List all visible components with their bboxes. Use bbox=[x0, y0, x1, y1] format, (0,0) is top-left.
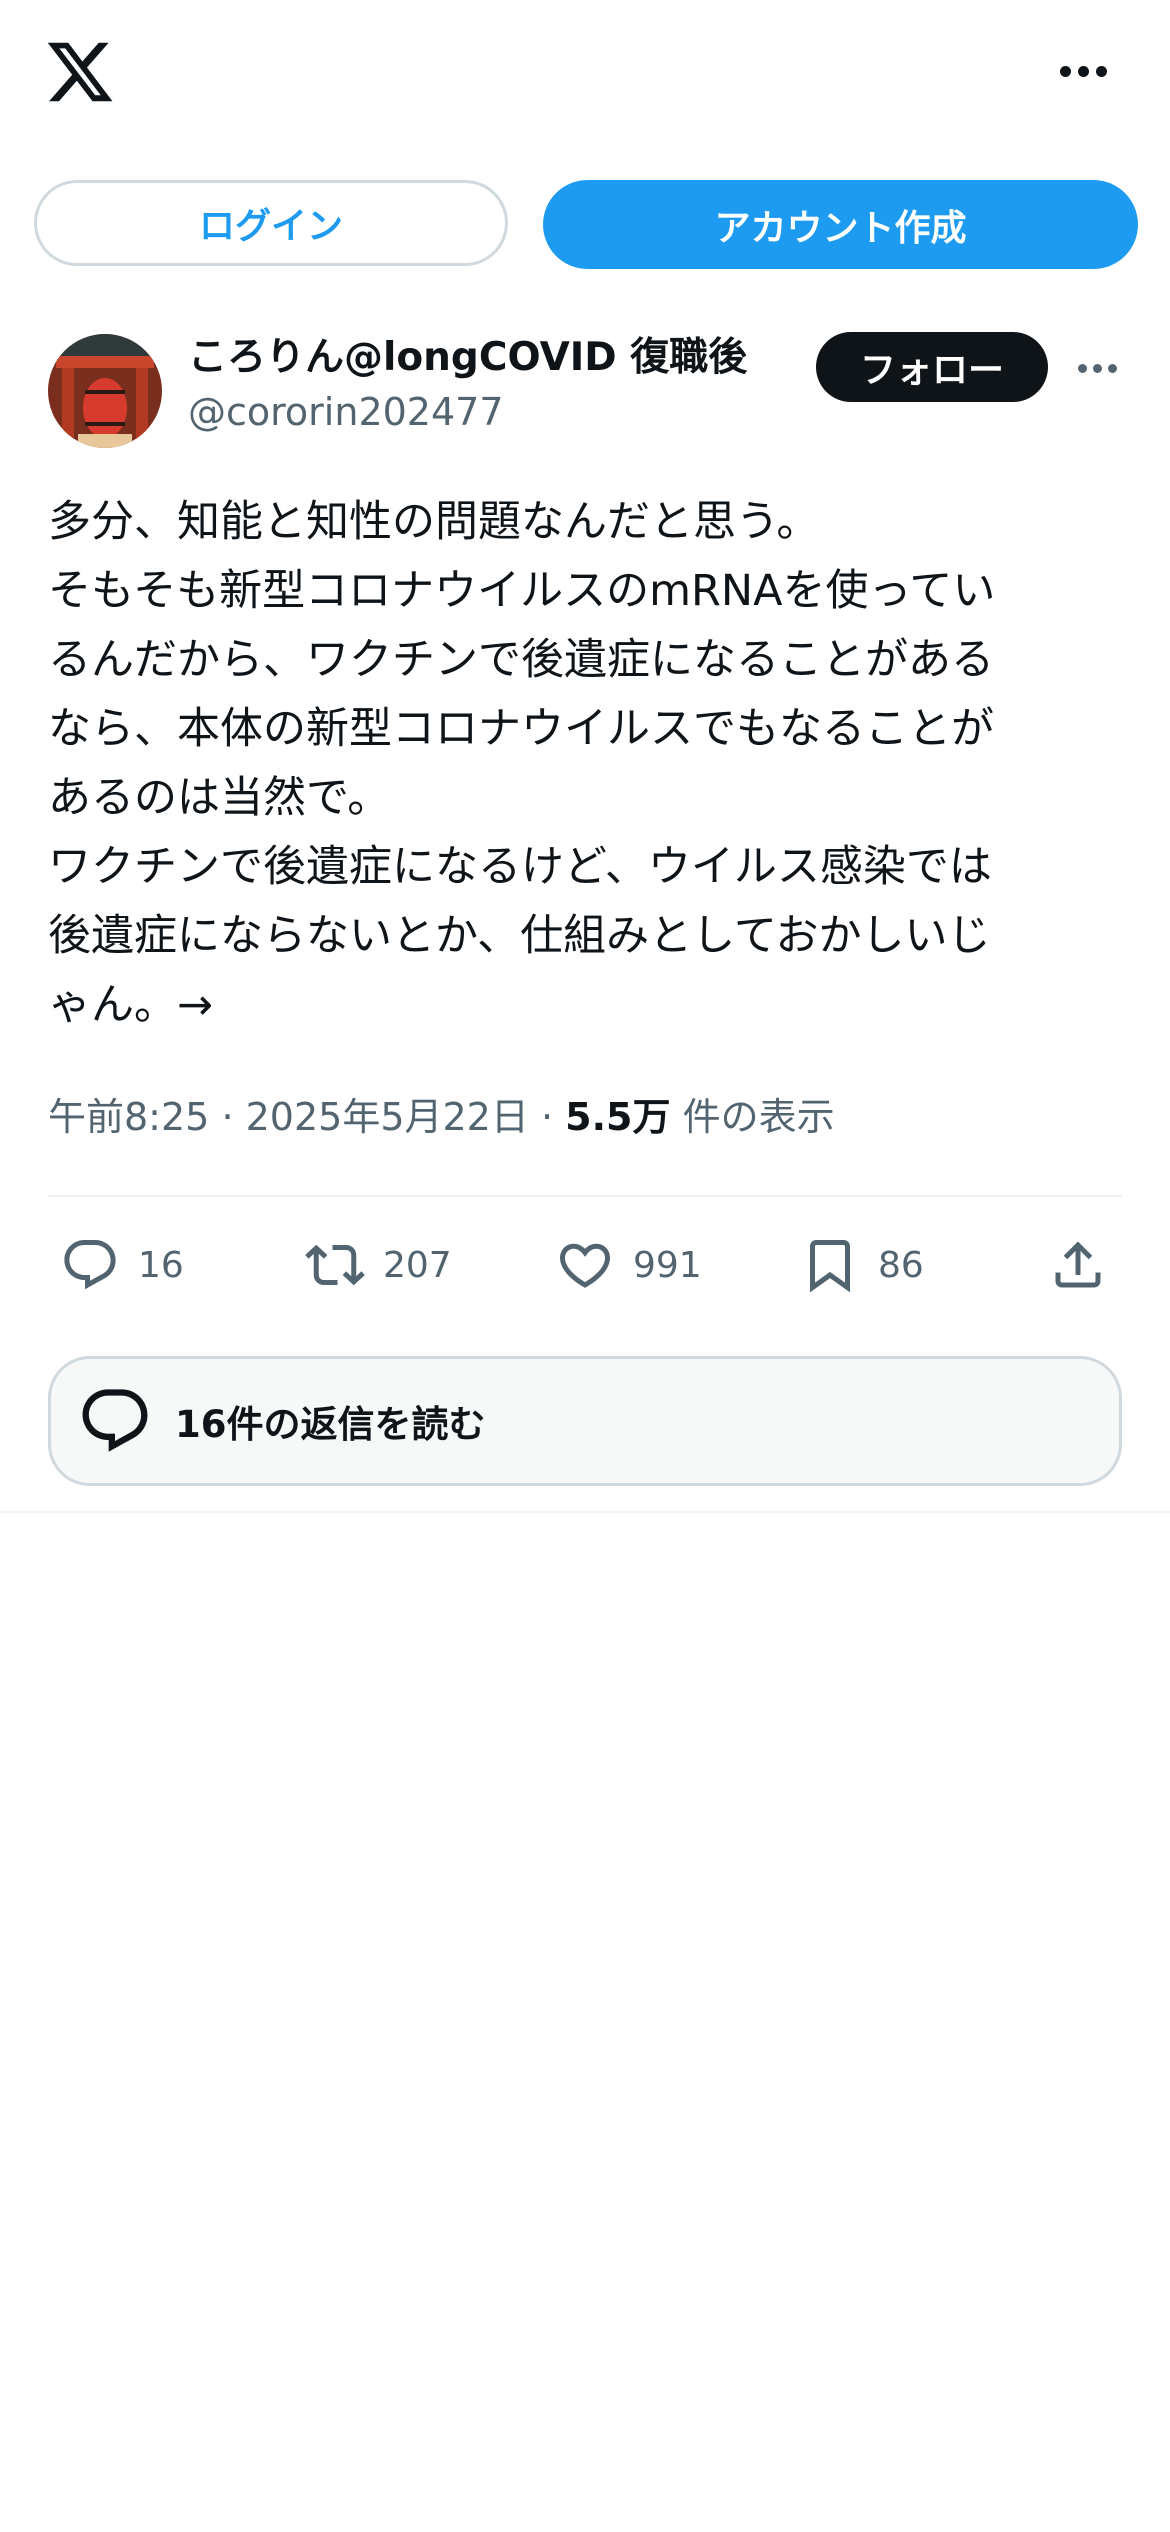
read-replies-label: 16件の返信を読む bbox=[175, 1403, 486, 1446]
avatar[interactable] bbox=[48, 334, 162, 448]
view-label: 件の表示 bbox=[682, 1095, 835, 1139]
bookmark-count: 86 bbox=[878, 1244, 924, 1286]
more-menu-icon[interactable] bbox=[1060, 66, 1107, 77]
read-replies-button[interactable]: 16件の返信を読む bbox=[48, 1356, 1122, 1486]
divider bbox=[48, 1195, 1122, 1197]
tweet-meta: 午前8:25 · 2025年5月22日 · 5.5万 件の表示 bbox=[48, 1086, 835, 1141]
bookmark-icon bbox=[810, 1240, 850, 1293]
tweet-line: あるのは当然で。 bbox=[48, 773, 391, 823]
signup-button[interactable]: アカウント作成 bbox=[543, 180, 1138, 269]
conversation-icon bbox=[82, 1389, 148, 1452]
reply-button[interactable]: 16 bbox=[60, 1232, 184, 1298]
bookmark-button[interactable]: 86 bbox=[800, 1232, 924, 1298]
share-button[interactable] bbox=[1048, 1232, 1108, 1298]
tweet-line: そもそも新型コロナウイルスのmRNAを使ってい bbox=[48, 566, 996, 616]
author-display-name[interactable]: ころりん@longCOVID 復職後 bbox=[188, 326, 747, 382]
retweet-icon bbox=[305, 1244, 365, 1286]
meta-separator: · bbox=[540, 1095, 554, 1139]
x-logo-icon[interactable] bbox=[44, 36, 116, 108]
tweet-line: ワクチンで後遺症になるけど、ウイルス感染では bbox=[48, 842, 992, 892]
like-button[interactable]: 991 bbox=[555, 1232, 702, 1298]
view-count: 5.5万 bbox=[565, 1095, 671, 1139]
tweet-line: ゃん。→ bbox=[48, 980, 214, 1030]
tweet-line: 多分、知能と知性の問題なんだと思う。 bbox=[48, 497, 820, 547]
reply-count: 16 bbox=[138, 1244, 184, 1286]
tweet-text: 多分、知能と知性の問題なんだと思う。 そもそも新型コロナウイルスのmRNAを使っ… bbox=[48, 488, 1128, 1040]
divider bbox=[0, 1511, 1170, 1513]
share-icon bbox=[1055, 1241, 1101, 1288]
tweet-line: なら、本体の新型コロナウイルスでもなることが bbox=[48, 704, 994, 754]
login-button[interactable]: ログイン bbox=[34, 180, 508, 266]
meta-separator: · bbox=[221, 1095, 234, 1139]
tweet-more-icon[interactable] bbox=[1078, 364, 1117, 373]
author-handle[interactable]: @cororin202477 bbox=[188, 390, 504, 434]
heart-icon bbox=[559, 1243, 611, 1288]
follow-button[interactable]: フォロー bbox=[816, 332, 1048, 402]
tweet-line: るんだから、ワクチンで後遺症になることがある bbox=[48, 635, 994, 685]
tweet-line: 後遺症にならないとか、仕組みとしておかしいじ bbox=[48, 911, 991, 961]
tweet-time[interactable]: 午前8:25 bbox=[48, 1095, 209, 1139]
retweet-button[interactable]: 207 bbox=[305, 1232, 452, 1298]
tweet-date[interactable]: 2025年5月22日 bbox=[246, 1095, 529, 1139]
retweet-count: 207 bbox=[383, 1244, 452, 1286]
reply-icon bbox=[64, 1240, 116, 1290]
like-count: 991 bbox=[633, 1244, 702, 1286]
